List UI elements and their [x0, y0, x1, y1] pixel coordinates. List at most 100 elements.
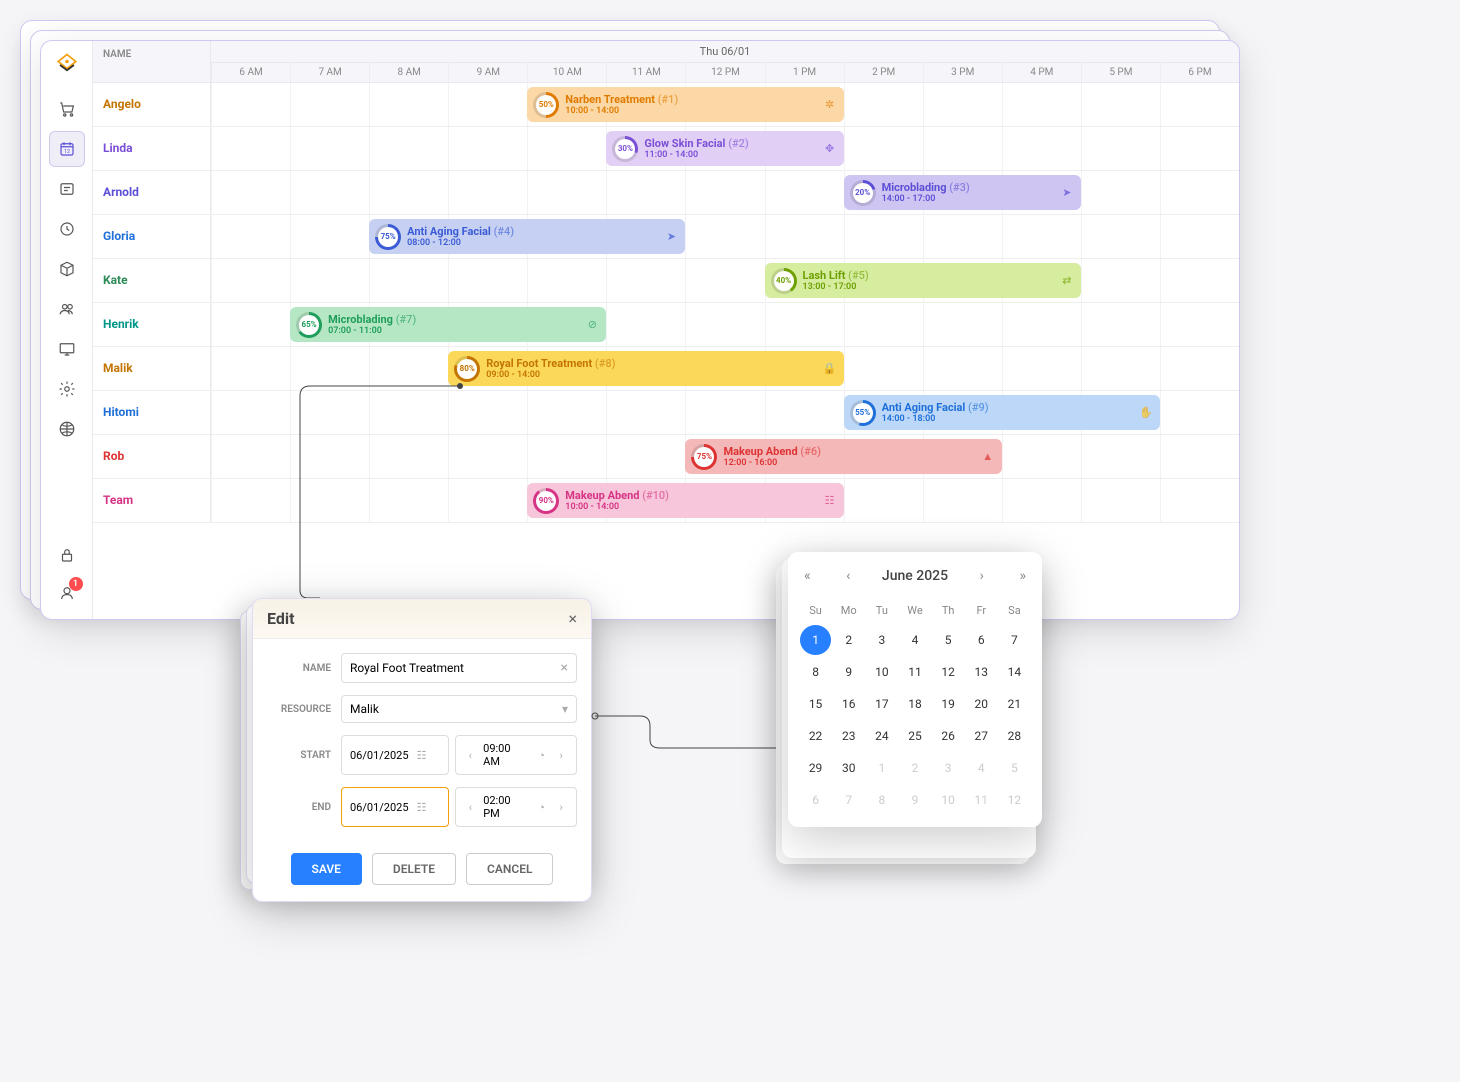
timeline[interactable]: 40%Lash Lift (#5)13:00 - 17:00⇄	[211, 259, 1239, 302]
calendar-day[interactable]: 28	[999, 721, 1030, 751]
select-resource[interactable]: Malik ▾	[341, 695, 577, 723]
calendar-day[interactable]: 8	[800, 657, 831, 687]
event-lock-icon[interactable]: 🔒	[822, 361, 838, 377]
nav-clock[interactable]	[49, 211, 85, 247]
timeline[interactable]: 90%Makeup Abend (#10)10:00 - 14:00☷	[211, 479, 1239, 522]
timeline[interactable]: 65%Microblading (#7)07:00 - 11:00⊘	[211, 303, 1239, 346]
nav-calendar[interactable]: 12	[49, 131, 85, 167]
event[interactable]: 75%Makeup Abend (#6)12:00 - 16:00▲	[685, 439, 1001, 474]
timeline[interactable]: 30%Glow Skin Facial (#2)11:00 - 14:00✥	[211, 127, 1239, 170]
cancel-button[interactable]: CANCEL	[466, 853, 553, 885]
timeline[interactable]: 55%Anti Aging Facial (#9)14:00 - 18:00✋	[211, 391, 1239, 434]
calendar-day[interactable]: 4	[899, 625, 930, 655]
calendar-day[interactable]: 10	[933, 785, 964, 815]
calendar-day[interactable]: 18	[899, 689, 930, 719]
event[interactable]: 40%Lash Lift (#5)13:00 - 17:00⇄	[765, 263, 1081, 298]
end-time-input[interactable]: ‹ 02:00 PM ◔ ›	[455, 787, 577, 827]
nav-cart[interactable]	[49, 91, 85, 127]
event-swap-icon[interactable]: ⇄	[1059, 273, 1075, 289]
event[interactable]: 65%Microblading (#7)07:00 - 11:00⊘	[290, 307, 606, 342]
calendar-day[interactable]: 15	[800, 689, 831, 719]
event-cursor-icon[interactable]: ➤	[663, 229, 679, 245]
nav-help[interactable]	[49, 411, 85, 447]
calendar-day[interactable]: 12	[933, 657, 964, 687]
calendar-day[interactable]: 23	[833, 721, 864, 751]
calendar-day[interactable]: 25	[899, 721, 930, 751]
calendar-day[interactable]: 3	[866, 625, 897, 655]
calendar-day[interactable]: 17	[866, 689, 897, 719]
calendar-day[interactable]: 13	[966, 657, 997, 687]
timeline[interactable]: 75%Makeup Abend (#6)12:00 - 16:00▲	[211, 435, 1239, 478]
calendar-day[interactable]: 10	[866, 657, 897, 687]
nav-profile[interactable]: 1	[49, 575, 85, 611]
calendar-day[interactable]: 26	[933, 721, 964, 751]
cal-next-month-icon[interactable]: ›	[976, 564, 988, 588]
calendar-day[interactable]: 24	[866, 721, 897, 751]
event-cursor-icon[interactable]: ➤	[1059, 185, 1075, 201]
calendar-day[interactable]: 8	[866, 785, 897, 815]
timeline[interactable]: 80%Royal Foot Treatment (#8)09:00 - 14:0…	[211, 347, 1239, 390]
cal-prev-year-icon[interactable]: «	[800, 564, 815, 588]
end-date-input[interactable]: 06/01/2025 ☷	[341, 787, 449, 827]
event-warn-icon[interactable]: ▲	[980, 449, 996, 465]
calendar-day[interactable]: 11	[966, 785, 997, 815]
save-button[interactable]: SAVE	[291, 853, 362, 885]
event[interactable]: 90%Makeup Abend (#10)10:00 - 14:00☷	[527, 483, 843, 518]
nav-users[interactable]	[49, 291, 85, 327]
timeline[interactable]: 75%Anti Aging Facial (#4)08:00 - 12:00➤	[211, 215, 1239, 258]
chevron-left-icon[interactable]: ‹	[464, 800, 478, 814]
calendar-day[interactable]: 5	[999, 753, 1030, 783]
event[interactable]: 20%Microblading (#3)14:00 - 17:00➤	[844, 175, 1081, 210]
calendar-day[interactable]: 1	[866, 753, 897, 783]
nav-lock[interactable]	[49, 537, 85, 573]
calendar-day[interactable]: 7	[833, 785, 864, 815]
nav-list[interactable]	[49, 171, 85, 207]
calendar-day[interactable]: 20	[966, 689, 997, 719]
calendar-day[interactable]: 2	[833, 625, 864, 655]
calendar-day[interactable]: 9	[899, 785, 930, 815]
calendar-day[interactable]: 12	[999, 785, 1030, 815]
event-date-icon[interactable]: ☷	[822, 493, 838, 509]
calendar-day[interactable]: 2	[899, 753, 930, 783]
nav-package[interactable]	[49, 251, 85, 287]
calendar-day[interactable]: 9	[833, 657, 864, 687]
clear-icon[interactable]: ×	[561, 660, 568, 676]
event-move-icon[interactable]: ✥	[822, 141, 838, 157]
calendar-day[interactable]: 22	[800, 721, 831, 751]
edit-close-icon[interactable]: ×	[568, 609, 577, 628]
event-block-icon[interactable]: ⊘	[584, 317, 600, 333]
event-hand-icon[interactable]: ✋	[1138, 405, 1154, 421]
event[interactable]: 80%Royal Foot Treatment (#8)09:00 - 14:0…	[448, 351, 843, 386]
calendar-day[interactable]: 16	[833, 689, 864, 719]
cal-next-year-icon[interactable]: »	[1015, 564, 1030, 588]
start-date-input[interactable]: 06/01/2025 ☷	[341, 735, 449, 775]
calendar-day[interactable]: 27	[966, 721, 997, 751]
chevron-right-icon[interactable]: ›	[554, 748, 568, 762]
timeline[interactable]: 50%Narben Treatment (#1)10:00 - 14:00✲	[211, 83, 1239, 126]
event-gear-icon[interactable]: ✲	[822, 97, 838, 113]
calendar-day[interactable]: 4	[966, 753, 997, 783]
event[interactable]: 50%Narben Treatment (#1)10:00 - 14:00✲	[527, 87, 843, 122]
calendar-day[interactable]: 19	[933, 689, 964, 719]
event[interactable]: 30%Glow Skin Facial (#2)11:00 - 14:00✥	[606, 131, 843, 166]
calendar-day[interactable]: 5	[933, 625, 964, 655]
event[interactable]: 55%Anti Aging Facial (#9)14:00 - 18:00✋	[844, 395, 1160, 430]
chevron-right-icon[interactable]: ›	[554, 800, 568, 814]
calendar-day[interactable]: 7	[999, 625, 1030, 655]
event[interactable]: 75%Anti Aging Facial (#4)08:00 - 12:00➤	[369, 219, 685, 254]
delete-button[interactable]: DELETE	[372, 853, 456, 885]
timeline[interactable]: 20%Microblading (#3)14:00 - 17:00➤	[211, 171, 1239, 214]
calendar-day[interactable]: 30	[833, 753, 864, 783]
start-time-input[interactable]: ‹ 09:00 AM ◔ ›	[455, 735, 577, 775]
calendar-day[interactable]: 1	[800, 625, 831, 655]
chevron-left-icon[interactable]: ‹	[464, 748, 478, 762]
calendar-day[interactable]: 29	[800, 753, 831, 783]
calendar-day[interactable]: 21	[999, 689, 1030, 719]
calendar-day[interactable]: 14	[999, 657, 1030, 687]
nav-settings[interactable]	[49, 371, 85, 407]
calendar-day[interactable]: 6	[966, 625, 997, 655]
input-name[interactable]: Royal Foot Treatment ×	[341, 653, 577, 683]
calendar-day[interactable]: 3	[933, 753, 964, 783]
nav-display[interactable]	[49, 331, 85, 367]
cal-prev-month-icon[interactable]: ‹	[842, 564, 854, 588]
